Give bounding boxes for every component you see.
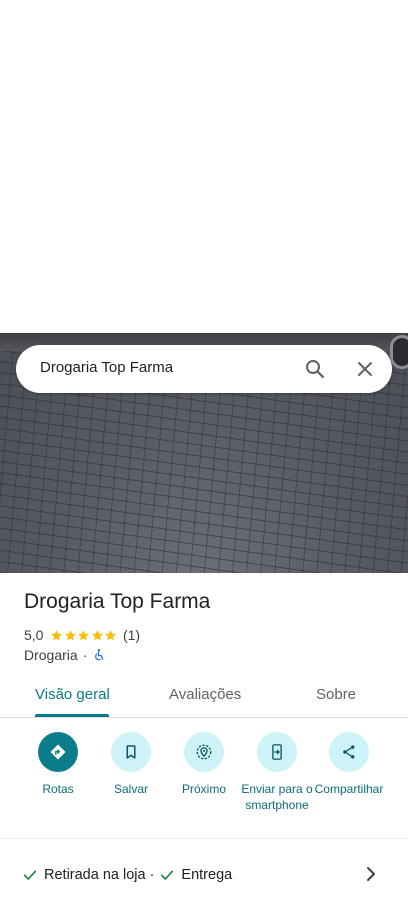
place-category: Drogaria xyxy=(24,647,78,663)
action-buttons: Rotas Salvar Próximo Enviar para o smart… xyxy=(0,732,408,832)
rating-value: 5,0 xyxy=(24,627,44,643)
rating-stars xyxy=(50,629,118,642)
share-label: Compartilhar xyxy=(314,782,384,796)
chevron-right-icon[interactable] xyxy=(364,865,378,883)
directions-button[interactable]: Rotas xyxy=(18,732,98,797)
share-button[interactable]: Compartilhar xyxy=(309,732,389,797)
tab-reviews[interactable]: Avaliações xyxy=(169,686,241,703)
star-icon xyxy=(65,629,76,640)
tab-overview[interactable]: Visão geral xyxy=(35,686,110,703)
review-count[interactable]: (1) xyxy=(123,627,140,643)
send-to-phone-label: Enviar para o smartphone xyxy=(241,782,313,812)
delivery-option: Entrega xyxy=(181,867,233,883)
nearby-label: Próximo xyxy=(181,782,226,796)
place-title: Drogaria Top Farma xyxy=(24,590,211,613)
send-to-phone-icon xyxy=(272,744,282,760)
star-icon xyxy=(92,629,103,640)
nearby-button-circle[interactable] xyxy=(184,732,224,772)
category-row: Drogaria · xyxy=(24,646,106,664)
star-icon xyxy=(51,629,63,640)
place-tabs: Visão geral Avaliações Sobre xyxy=(0,676,408,718)
pickup-option: Retirada na loja xyxy=(44,867,146,883)
star-icon xyxy=(78,629,90,640)
wheelchair-accessible-icon xyxy=(95,649,104,661)
check-icon xyxy=(23,870,37,880)
save-button[interactable]: Salvar xyxy=(91,732,171,797)
search-icon[interactable] xyxy=(303,357,327,381)
check-icon xyxy=(161,870,174,880)
search-query[interactable]: Drogaria Top Farma xyxy=(40,359,173,376)
star-icon xyxy=(105,629,117,640)
category-separator: · xyxy=(82,647,88,663)
nearby-button[interactable]: Próximo xyxy=(164,732,244,797)
save-label: Salvar xyxy=(113,782,148,796)
service-separator: · xyxy=(149,867,155,883)
send-to-phone-button-circle[interactable] xyxy=(257,732,297,772)
rating-row[interactable]: 5,0 (1) xyxy=(24,626,140,644)
directions-icon xyxy=(50,744,66,760)
tab-active-indicator xyxy=(35,714,109,717)
bookmark-icon xyxy=(126,745,136,759)
service-options: Retirada na loja · Entrega xyxy=(22,867,232,883)
search-bar[interactable]: Drogaria Top Farma xyxy=(16,345,392,393)
directions-label: Rotas xyxy=(42,782,74,796)
directions-button-circle[interactable] xyxy=(38,732,78,772)
nearby-icon xyxy=(196,744,212,760)
save-button-circle[interactable] xyxy=(111,732,151,772)
section-divider xyxy=(0,838,408,839)
service-options-row[interactable]: Retirada na loja · Entrega xyxy=(0,860,408,890)
close-icon[interactable] xyxy=(353,357,377,381)
map-blank-area xyxy=(0,0,408,333)
tab-about[interactable]: Sobre xyxy=(316,686,356,703)
send-to-phone-button[interactable]: Enviar para o smartphone xyxy=(237,732,317,813)
share-button-circle[interactable] xyxy=(329,732,369,772)
share-icon xyxy=(343,745,355,759)
photo-car-tire xyxy=(390,335,408,369)
